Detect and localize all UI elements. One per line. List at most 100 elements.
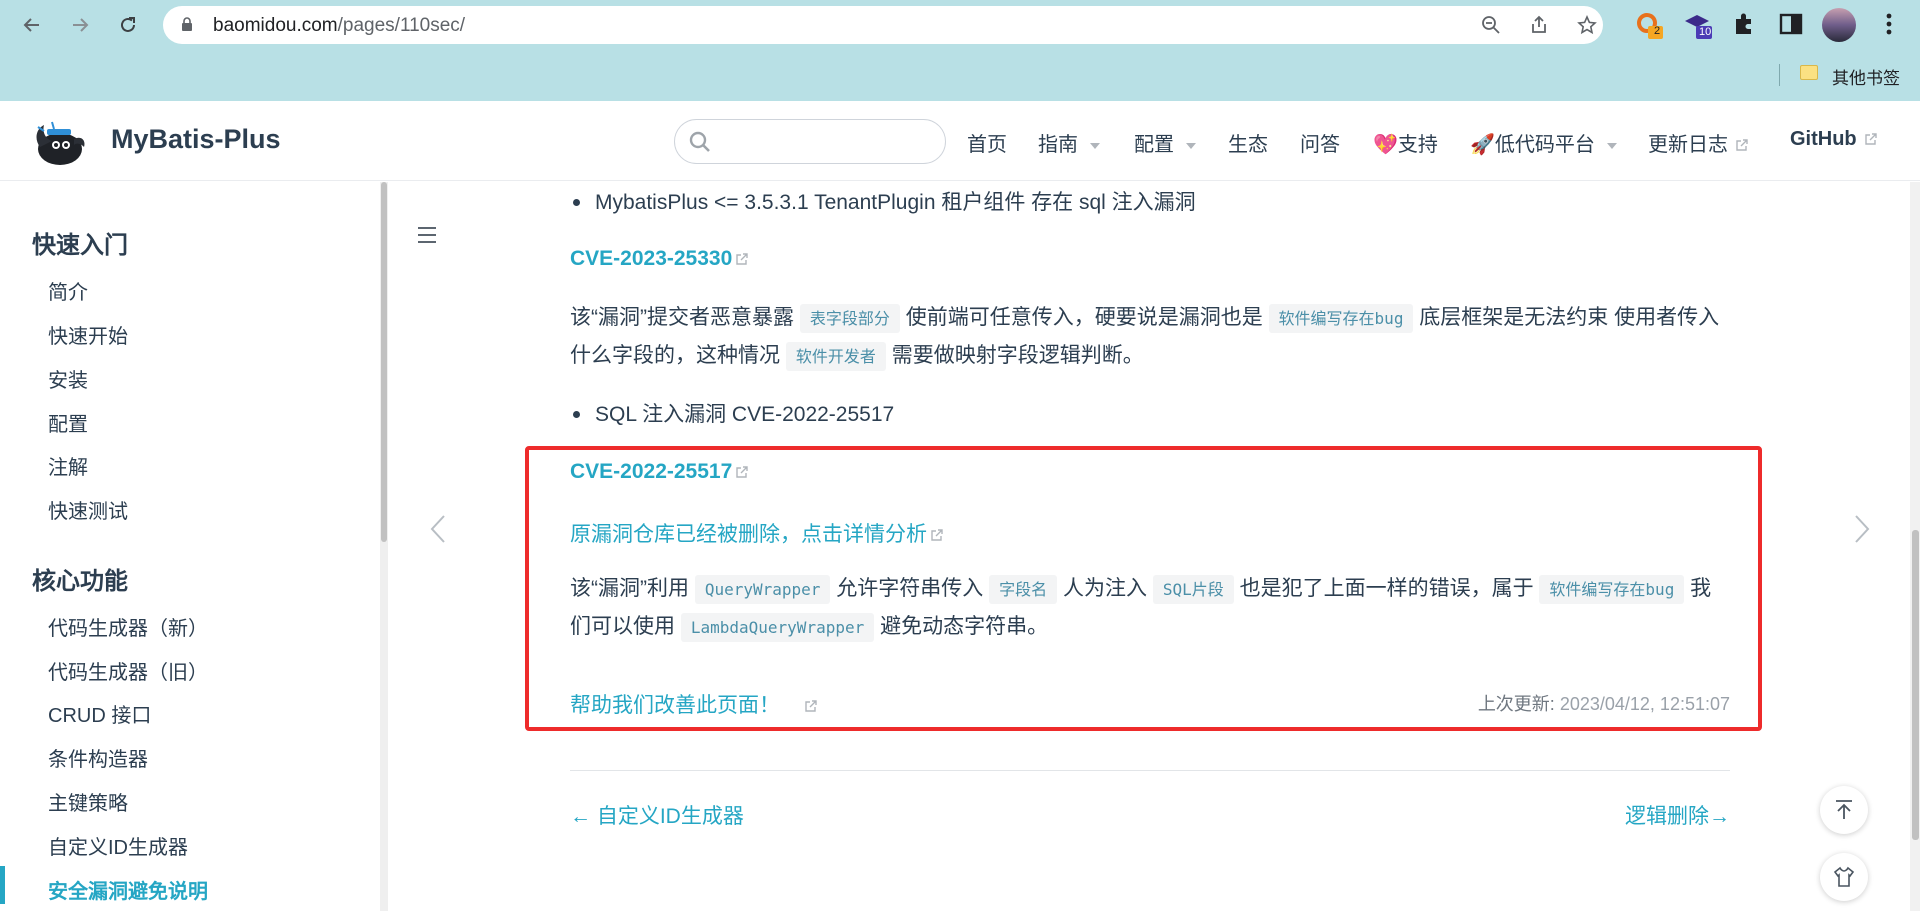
cve-2022-25517-label: CVE-2022-25517 (570, 460, 733, 483)
content-divider (570, 770, 1730, 771)
nav-github-label: GitHub (1790, 128, 1857, 150)
browser-chrome: baomidou.com/pages/110sec/ 2 10 其他书签 (0, 0, 1920, 101)
code-lambda-query-wrapper: LambdaQueryWrapper (680, 613, 875, 642)
sidebar-item-config[interactable]: 配置 (48, 408, 88, 437)
help-improve-link[interactable]: 帮助我们改善此页面！ (570, 689, 817, 719)
other-bookmarks-label[interactable]: 其他书签 (1832, 64, 1900, 89)
code-field-name: 字段名 (989, 575, 1058, 604)
p1-text-a: 该“漏洞”提交者恶意暴露 (570, 306, 794, 329)
zoom-icon[interactable] (1480, 14, 1502, 36)
nav-home[interactable]: 首页 (967, 128, 1007, 157)
site-header: MyBatis-Plus 首页 指南 配置 生态 问答 💖支持 🚀低代码平台 更… (0, 101, 1920, 181)
sidebar-item-id-generator[interactable]: 自定义ID生成器 (48, 831, 188, 860)
chevron-left-icon[interactable] (430, 514, 446, 544)
sidebar-item-crud[interactable]: CRUD 接口 (48, 699, 151, 728)
nav-support[interactable]: 💖支持 (1373, 128, 1438, 157)
sidebar-item-quick-start[interactable]: 快速开始 (48, 320, 128, 349)
nav-changelog-label: 更新日志 (1648, 134, 1728, 156)
sidebar-item-intro[interactable]: 简介 (48, 276, 88, 305)
sidebar-item-security[interactable]: 安全漏洞避免说明 (48, 875, 208, 904)
sidebar-scrollbar-thumb[interactable] (381, 182, 387, 542)
extension-badge-icon[interactable]: 2 (1635, 11, 1665, 41)
chevron-down-icon (1606, 142, 1617, 149)
next-page-link[interactable]: 逻辑删除→ (1625, 800, 1730, 830)
nav-config[interactable]: 配置 (1134, 128, 1196, 157)
site-title[interactable]: MyBatis-Plus (111, 124, 281, 155)
bookmark-star-icon[interactable] (1576, 14, 1598, 36)
chevron-down-icon (1090, 142, 1100, 149)
page-scrollbar-thumb[interactable] (1912, 530, 1919, 840)
external-link-icon (1864, 133, 1877, 145)
p1-text-b: 使前端可任意传入，硬要说是漏洞也是 (905, 306, 1263, 329)
nav-guide-label: 指南 (1038, 134, 1078, 156)
theme-button[interactable] (1820, 853, 1868, 901)
sidebar-item-wrapper[interactable]: 条件构造器 (48, 743, 148, 772)
paragraph-cve-2022: 该“漏洞”利用 QueryWrapper 允许字符串传入 字段名 人为注入 SQ… (570, 570, 1730, 646)
tshirt-icon (1833, 866, 1855, 887)
bullet-dot (573, 411, 580, 418)
sidebar-item-annotation[interactable]: 注解 (48, 451, 88, 480)
repo-deleted-link[interactable]: 原漏洞仓库已经被删除，点击详情分析 (570, 518, 943, 548)
nav-lowcode[interactable]: 🚀低代码平台 (1470, 128, 1617, 157)
sidebar-item-install[interactable]: 安装 (48, 364, 88, 393)
sidebar-group-core[interactable]: 核心功能 (32, 561, 128, 596)
graduation-cap-icon[interactable]: 10 (1683, 11, 1713, 41)
puzzle-icon[interactable] (1731, 11, 1761, 41)
nav-ecosystem[interactable]: 生态 (1228, 128, 1268, 157)
address-bar[interactable]: baomidou.com/pages/110sec/ (163, 6, 1603, 44)
sidebar-item-generator-new[interactable]: 代码生成器（新） (48, 612, 208, 641)
mybatis-logo-icon[interactable] (30, 117, 88, 167)
ext-badge-count-2: 10 (1699, 26, 1712, 38)
sidebar-item-key-strategy[interactable]: 主键策略 (48, 787, 128, 816)
nav-guide[interactable]: 指南 (1038, 128, 1100, 157)
hamburger-menu-icon[interactable] (417, 226, 437, 244)
ext-badge-count: 2 (1654, 25, 1661, 37)
bookmarks-separator (1779, 64, 1780, 86)
bullet-dot (573, 199, 580, 206)
code-software-dev: 软件开发者 (785, 342, 886, 371)
code-software-bug-2: 软件编写存在bug (1539, 575, 1685, 604)
p2-text-c: 人为注入 (1062, 577, 1147, 600)
external-link-icon (736, 466, 748, 478)
cve-2023-25330-link[interactable]: CVE-2023-25330 (570, 247, 748, 271)
bullet-tenant-plugin: MybatisPlus <= 3.5.3.1 TenantPlugin 租户组件… (595, 191, 1196, 214)
forward-icon[interactable] (64, 9, 96, 41)
p2-text-a: 该“漏洞”利用 (570, 577, 689, 600)
sidebar-item-generator-old[interactable]: 代码生成器（旧） (48, 656, 208, 685)
cve-2023-25330-label: CVE-2023-25330 (570, 247, 733, 270)
nav-github[interactable]: GitHub (1790, 128, 1877, 151)
prev-page-link[interactable]: ← 自定义ID生成器 (570, 800, 744, 830)
code-software-bug: 软件编写存在bug (1268, 304, 1414, 333)
nav-faq[interactable]: 问答 (1300, 128, 1340, 157)
nav-changelog[interactable]: 更新日志 (1648, 128, 1748, 157)
share-icon[interactable] (1528, 14, 1550, 36)
lock-icon (182, 17, 192, 31)
back-to-top-button[interactable] (1820, 786, 1868, 834)
side-panel-icon[interactable] (1778, 11, 1808, 41)
sidebar-item-quick-test[interactable]: 快速测试 (48, 495, 128, 524)
chevron-right-icon[interactable] (1854, 514, 1870, 544)
p2-text-f: 避免动态字符串。 (880, 615, 1049, 638)
cve-2022-25517-link[interactable]: CVE-2022-25517 (570, 460, 748, 484)
sidebar-active-indicator (0, 866, 5, 904)
url-text: baomidou.com/pages/110sec/ (213, 15, 466, 36)
external-link-icon (1736, 139, 1748, 151)
external-link-icon (931, 529, 943, 541)
bullet-sql-injection: SQL 注入漏洞 CVE-2022-25517 (595, 403, 895, 426)
browser-toolbar: baomidou.com/pages/110sec/ 2 10 (0, 0, 1920, 50)
back-icon[interactable] (16, 9, 48, 41)
search-input[interactable] (674, 119, 946, 164)
sidebar-group-quickstart[interactable]: 快速入门 (32, 225, 128, 260)
search-icon (689, 131, 710, 152)
help-improve-label: 帮助我们改善此页面！ (570, 694, 780, 717)
last-updated-value: 2023/04/12, 12:51:07 (1559, 694, 1730, 714)
p1-text-d: 需要做映射字段逻辑判断。 (891, 344, 1144, 367)
avatar[interactable] (1822, 8, 1856, 42)
folder-icon[interactable] (1800, 65, 1818, 80)
reload-icon[interactable] (112, 9, 144, 41)
code-query-wrapper: QueryWrapper (694, 575, 831, 604)
external-link-icon (805, 700, 817, 712)
arrow-up-icon (1836, 800, 1852, 819)
kebab-menu-icon[interactable] (1876, 11, 1906, 41)
chevron-down-icon (1186, 142, 1196, 149)
